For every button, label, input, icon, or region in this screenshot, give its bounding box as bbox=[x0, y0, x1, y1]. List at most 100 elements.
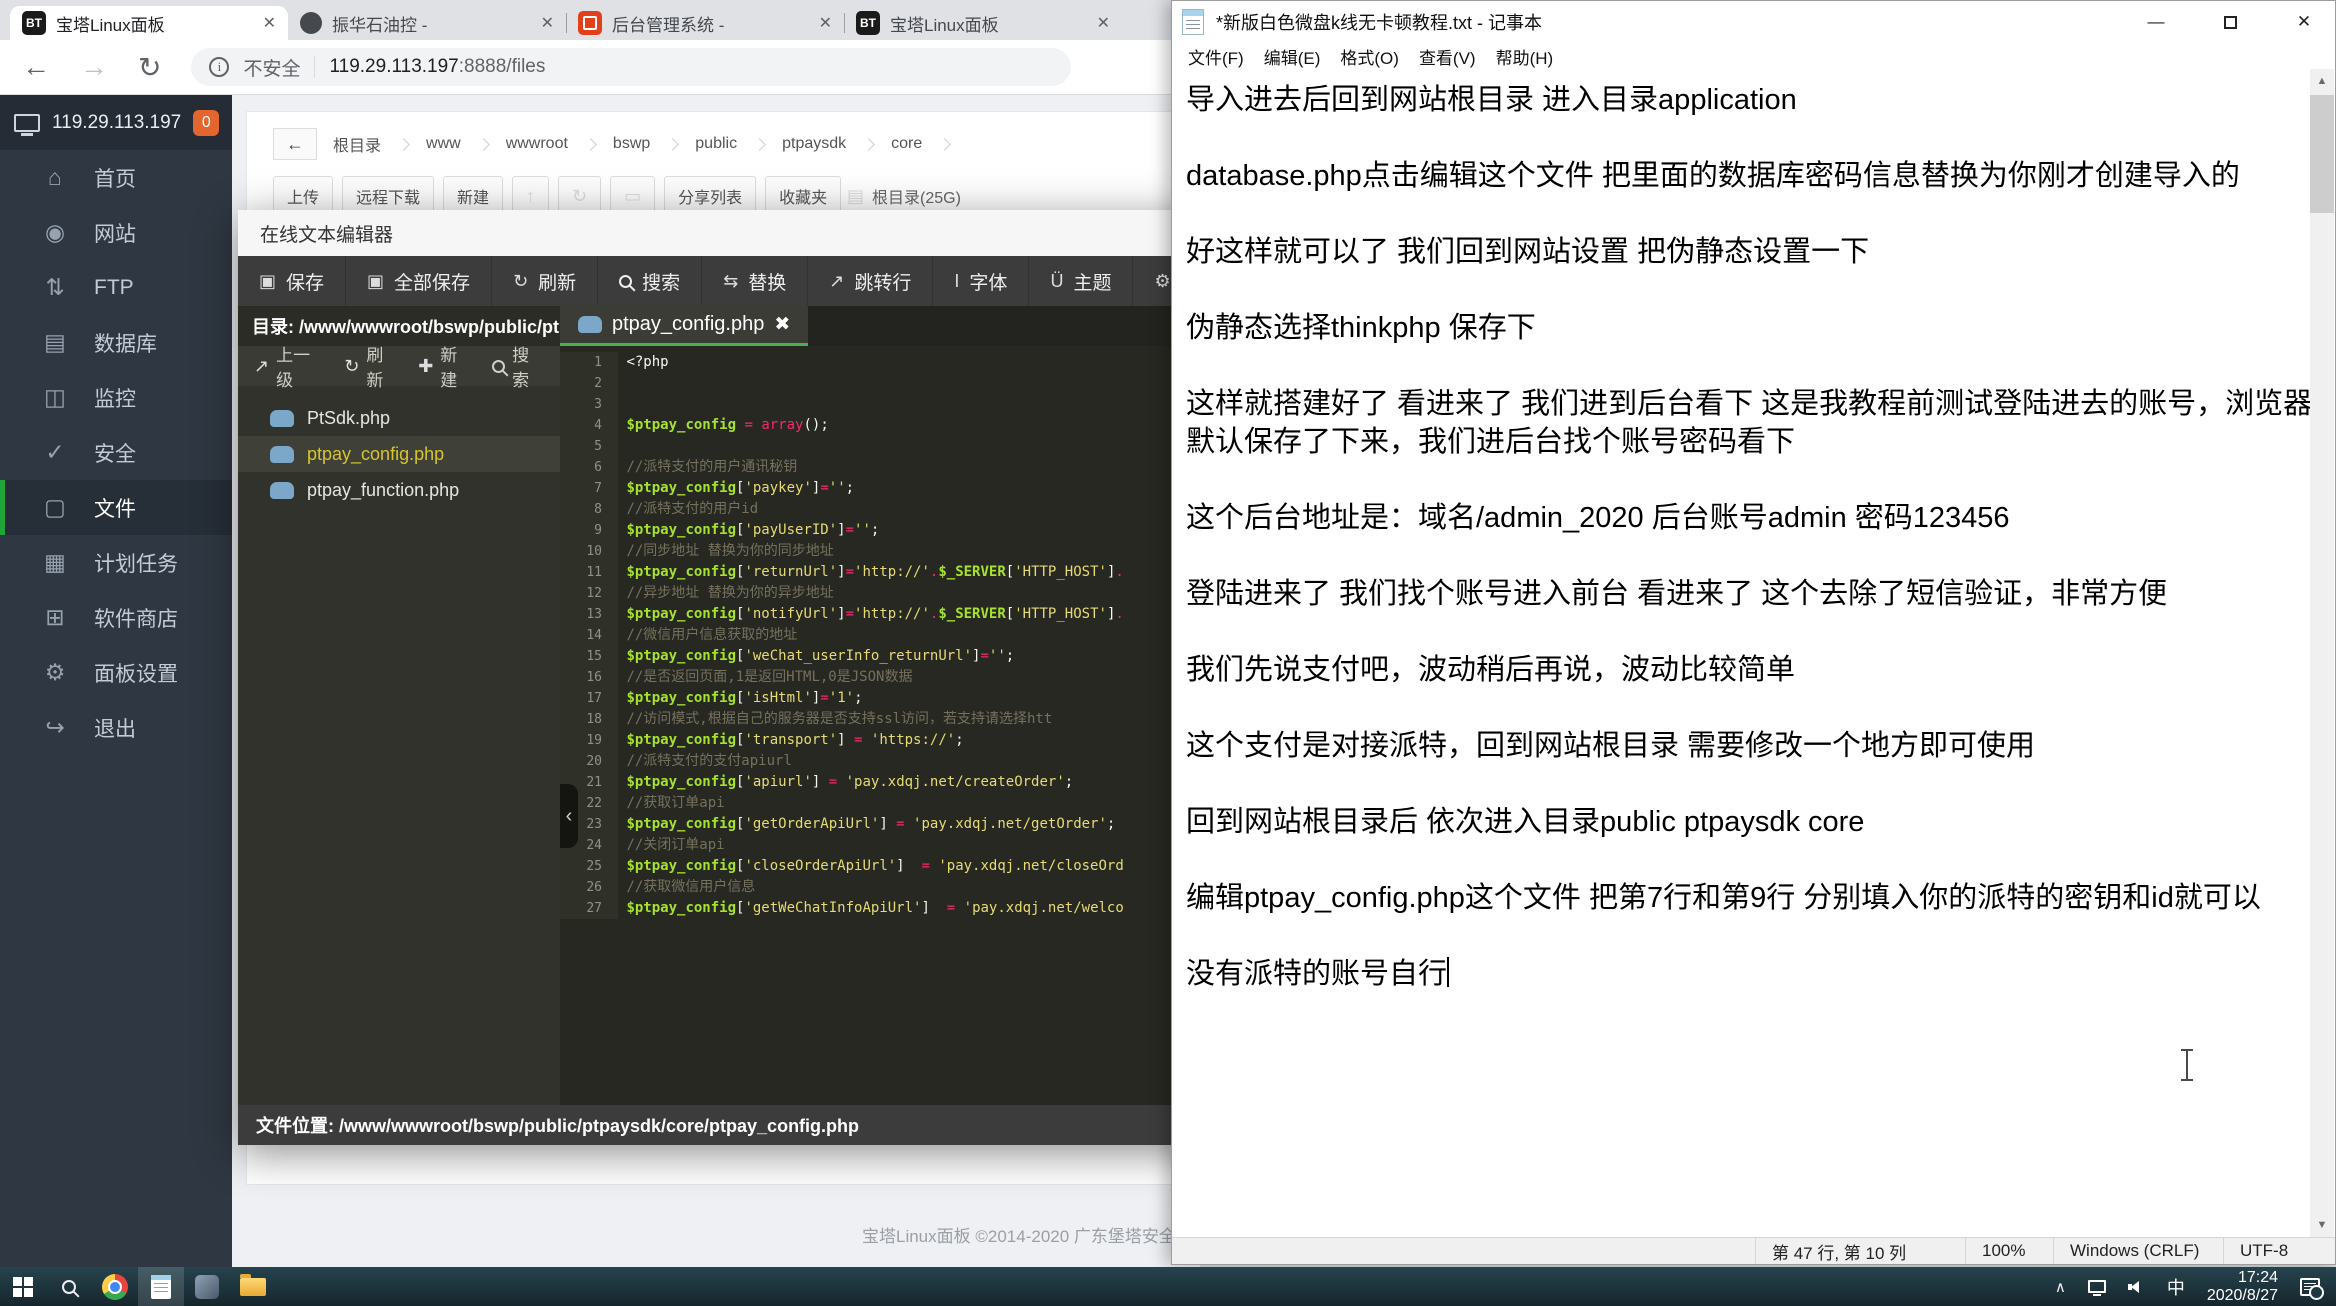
code-token: 'https://' bbox=[870, 732, 956, 748]
info-icon[interactable]: i bbox=[209, 57, 230, 77]
url-path: :8888/files bbox=[458, 56, 546, 77]
breadcrumb-item[interactable]: www bbox=[410, 128, 477, 160]
disk-selector[interactable]: ▤ 根目录(25G) bbox=[847, 184, 961, 208]
editor-toolbar-全部保存[interactable]: ▣ 全部保存 bbox=[346, 256, 493, 306]
code-text: //派特支付的用户通讯秘钥 bbox=[618, 457, 797, 478]
editor-toolbar-替换[interactable]: ⇆ 替换 bbox=[702, 256, 809, 306]
menu-item-格式(O)[interactable]: 格式(O) bbox=[1330, 44, 1409, 69]
sidebar-item-首页[interactable]: ⌂ 首页 bbox=[0, 150, 232, 205]
start-button[interactable] bbox=[0, 1267, 46, 1306]
scrollbar-thumb[interactable] bbox=[2310, 95, 2334, 213]
back-icon[interactable]: ← bbox=[22, 51, 50, 83]
editor-toolbar-保存[interactable]: ▣ 保存 bbox=[238, 256, 347, 306]
sidebar-item-安全[interactable]: ✓ 安全 bbox=[0, 425, 232, 480]
sidebar-item-计划任务[interactable]: ▦ 计划任务 bbox=[0, 535, 232, 590]
windows-logo-icon bbox=[13, 1276, 33, 1297]
tree-toolbar-刷新[interactable]: ↻ 刷新 bbox=[344, 341, 398, 391]
editor-toolbar-字体[interactable]: I 字体 bbox=[933, 256, 1030, 306]
code-text: //微信用户信息获取的地址 bbox=[618, 625, 797, 646]
breadcrumb-item[interactable]: bswp bbox=[596, 128, 667, 160]
address-bar[interactable]: i 不安全 119.29.113.197:8888/files bbox=[191, 48, 1072, 86]
breadcrumb-item[interactable]: core bbox=[875, 128, 939, 160]
volume-icon[interactable] bbox=[2127, 1279, 2145, 1295]
refresh-icon: ↻ bbox=[513, 270, 529, 291]
breadcrumb-back-button[interactable]: ← bbox=[273, 128, 317, 160]
editor-toolbar-刷新[interactable]: ↻ 刷新 bbox=[492, 256, 599, 306]
menu-item-帮助(H)[interactable]: 帮助(H) bbox=[1486, 44, 1564, 69]
taskbar-chrome-button[interactable] bbox=[92, 1267, 138, 1306]
security-label: 不安全 bbox=[243, 58, 301, 80]
breadcrumb-item[interactable]: ptpaysdk bbox=[766, 128, 863, 160]
sidebar-item-面板设置[interactable]: ⚙ 面板设置 bbox=[0, 645, 232, 700]
close-button[interactable]: ✕ bbox=[2273, 1, 2335, 43]
browser-tab[interactable]: 振华石油控 - ✕ bbox=[288, 6, 566, 40]
menu-item-文件(F)[interactable]: 文件(F) bbox=[1178, 44, 1254, 69]
browser-tab[interactable]: 后台管理系统 - ✕ bbox=[566, 6, 844, 40]
sidebar-item-退出[interactable]: ↪ 退出 bbox=[0, 700, 232, 755]
code-token: //异步地址 替换为你的异步地址 bbox=[626, 585, 834, 601]
tray-expand-icon[interactable]: ∧ bbox=[2055, 1278, 2066, 1296]
taskbar-explorer-button[interactable] bbox=[230, 1267, 276, 1306]
tab-close-icon[interactable]: ✕ bbox=[541, 13, 554, 33]
taskbar-app-button[interactable] bbox=[184, 1267, 230, 1306]
minimize-button[interactable]: — bbox=[2125, 1, 2187, 43]
sidebar-nav: ⌂ 首页 ◉ 网站 ⇅ FTP ▤ 数据库 ◫ 监控 ✓ 安全 ▢ 文件 ▦ 计划任务 ⊞ 软件商店 ⚙ 面板设置 ↪ 退… bbox=[0, 150, 232, 755]
server-header[interactable]: 119.29.113.197 0 bbox=[0, 95, 232, 150]
forward-icon[interactable]: → bbox=[80, 51, 108, 83]
tree-file-item[interactable]: ptpay_function.php bbox=[238, 472, 560, 508]
code-token: . bbox=[1115, 564, 1124, 580]
tree-toolbar-上一级[interactable]: ↗ 上一级 bbox=[254, 341, 324, 391]
editor-toolbar-跳转行[interactable]: ↗ 跳转行 bbox=[808, 256, 934, 306]
taskbar-notepad-button[interactable] bbox=[138, 1267, 184, 1306]
sidebar-item-软件商店[interactable]: ⊞ 软件商店 bbox=[0, 590, 232, 645]
sidebar-item-label: 退出 bbox=[94, 717, 136, 741]
clock[interactable]: 17:24 2020/8/27 bbox=[2207, 1269, 2278, 1305]
tab-close-icon[interactable]: ✕ bbox=[263, 13, 276, 33]
replace-icon: ⇆ bbox=[723, 270, 739, 291]
browser-toolbar: ← → ↻ i 不安全 119.29.113.197:8888/files bbox=[0, 40, 1200, 95]
browser-tab[interactable]: BT 宝塔Linux面板 ✕ bbox=[844, 6, 1122, 40]
footer-text: 宝塔Linux面板 ©2014-2020 广东堡塔安全技 bbox=[862, 1227, 1193, 1246]
file-tree-toolbar: ↗ 上一级 ↻ 刷新 ✚ 新建 搜索 bbox=[238, 346, 560, 390]
php-file-icon bbox=[270, 445, 294, 463]
fm-button-label: 收藏夹 bbox=[779, 190, 828, 207]
breadcrumb-item[interactable]: wwwroot bbox=[489, 128, 584, 160]
tree-file-item[interactable]: ptpay_config.php bbox=[238, 436, 560, 472]
editor-toolbar-搜索[interactable]: 搜索 bbox=[598, 256, 703, 306]
menu-item-编辑(E)[interactable]: 编辑(E) bbox=[1254, 44, 1331, 69]
notepad-titlebar[interactable]: *新版白色微盘k线无卡顿教程.txt - 记事本 — ✕ bbox=[1172, 1, 2335, 43]
action-center-icon[interactable] bbox=[2300, 1277, 2324, 1300]
sidebar-item-数据库[interactable]: ▤ 数据库 bbox=[0, 315, 232, 370]
scroll-up-icon[interactable]: ▲ bbox=[2310, 69, 2334, 93]
notepad-scrollbar[interactable]: ▲ ▼ bbox=[2310, 69, 2334, 1237]
editor-toolbar-主题[interactable]: Ü 主题 bbox=[1029, 256, 1134, 306]
code-token: //关闭订单api bbox=[626, 837, 725, 853]
sidebar-item-监控[interactable]: ◫ 监控 bbox=[0, 370, 232, 425]
message-badge[interactable]: 0 bbox=[193, 109, 220, 136]
ime-indicator[interactable]: 中 bbox=[2167, 1274, 2185, 1300]
tab-close-icon[interactable]: ✕ bbox=[819, 13, 832, 33]
tree-toolbar-搜索[interactable]: 搜索 bbox=[492, 341, 544, 391]
menu-item-查看(V)[interactable]: 查看(V) bbox=[1409, 44, 1486, 69]
notepad-line: 我们先说支付吧，波动稍后再说，波动比较简单 bbox=[1186, 654, 1796, 686]
collapse-tree-handle[interactable]: ‹ bbox=[560, 784, 578, 848]
network-icon[interactable] bbox=[2087, 1280, 2106, 1293]
taskbar-search-button[interactable] bbox=[46, 1267, 92, 1306]
tab-close-icon[interactable]: ✕ bbox=[1097, 13, 1110, 33]
sidebar-item-FTP[interactable]: ⇅ FTP bbox=[0, 260, 232, 315]
breadcrumb-item[interactable]: public bbox=[679, 128, 754, 160]
reload-icon[interactable]: ↻ bbox=[138, 51, 161, 84]
tree-toolbar-新建[interactable]: ✚ 新建 bbox=[418, 341, 472, 391]
notepad-line: 编辑ptpay_config.php这个文件 把第7行和第9行 分别填入你的派特… bbox=[1186, 882, 2261, 914]
breadcrumb-item[interactable]: 根目录 bbox=[317, 128, 398, 160]
chrome-icon bbox=[102, 1273, 128, 1300]
sidebar-item-文件[interactable]: ▢ 文件 bbox=[0, 480, 232, 535]
notepad-text-area[interactable]: 导入进去后回到网站根目录 进入目录application database.php… bbox=[1172, 69, 2335, 1237]
editor-tab[interactable]: ptpay_config.php ✖ bbox=[560, 306, 809, 346]
browser-tab[interactable]: BT 宝塔Linux面板 ✕ bbox=[10, 6, 288, 40]
tab-close-icon[interactable]: ✖ bbox=[774, 313, 790, 336]
tree-file-item[interactable]: PtSdk.php bbox=[238, 400, 560, 436]
scroll-down-icon[interactable]: ▼ bbox=[2310, 1213, 2334, 1237]
sidebar-item-网站[interactable]: ◉ 网站 bbox=[0, 205, 232, 260]
maximize-button[interactable] bbox=[2199, 1, 2261, 43]
